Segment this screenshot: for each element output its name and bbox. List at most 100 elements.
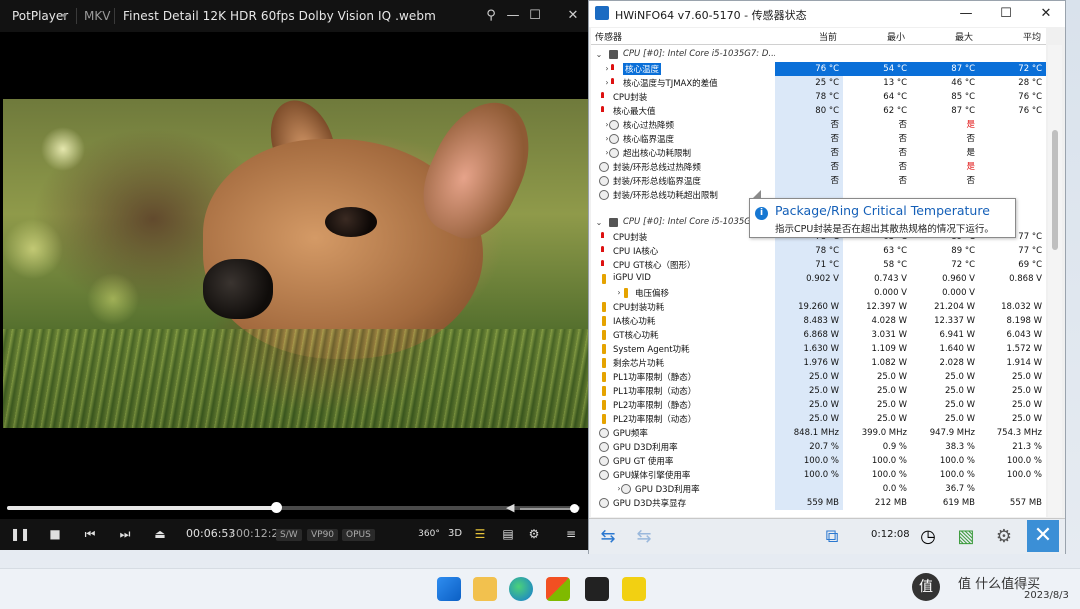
file-explorer-icon[interactable] (473, 577, 497, 601)
sensor-row[interactable]: GPU媒体引擎使用率 100.0 % 100.0 % 100.0 % 100.0 % (591, 468, 1046, 482)
potplayer-taskbar-icon[interactable] (622, 577, 646, 601)
avg-value: 25.0 W (1011, 400, 1042, 410)
3d-icon[interactable]: 3D (446, 524, 464, 544)
sensor-row[interactable]: GT核心功耗 6.868 W 3.031 W 6.941 W 6.043 W (591, 328, 1046, 342)
avg-value (979, 174, 1046, 188)
min-value: 1.082 W (871, 358, 907, 368)
min-value: 1.109 W (871, 344, 907, 354)
current-value: 6.868 W (775, 328, 843, 342)
column-avg[interactable]: 平均 (1023, 30, 1041, 43)
edge-browser-icon[interactable] (509, 577, 533, 601)
network-icon[interactable]: ⧉ (817, 522, 847, 551)
clock-reset-icon[interactable]: ◷ (913, 522, 943, 551)
sensor-row[interactable]: › 核心温度 76 °C 54 °C 87 °C 72 °C (591, 62, 1046, 76)
subtitle-icon[interactable]: ▤ (498, 524, 518, 544)
sensor-row[interactable]: 封装/环形总线过热降频 否 否 是 (591, 160, 1046, 174)
start-windows-icon[interactable] (437, 577, 461, 601)
sensor-row[interactable]: CPU IA核心 78 °C 63 °C 89 °C 77 °C (591, 244, 1046, 258)
scrollbar-thumb[interactable] (1052, 130, 1058, 250)
volume-icon[interactable]: ◀ (506, 501, 514, 514)
pin-icon[interactable]: ⚲ (482, 7, 500, 25)
sensor-row[interactable]: › 核心临界温度否否否 (591, 132, 1046, 146)
sensor-row[interactable]: IA核心功耗 8.483 W 4.028 W 12.337 W 8.198 W (591, 314, 1046, 328)
sensor-group-header[interactable]: ⌄ CPU [#0]: Intel Core i5-1035G7: D... (591, 48, 1046, 62)
sensor-row[interactable]: PL1功率限制（动态） 25.0 W 25.0 W 25.0 W 25.0 W (591, 384, 1046, 398)
potplayer-menu-button[interactable]: PotPlayer (12, 9, 68, 23)
previous-icon[interactable]: ⏮ (80, 524, 100, 544)
hwinfo-titlebar[interactable]: HWiNFO64 v7.60-5170 - 传感器状态 — ☐ ✕ (589, 1, 1065, 27)
sensor-row[interactable]: PL1功率限制（静态） 25.0 W 25.0 W 25.0 W 25.0 W (591, 370, 1046, 384)
pause-icon[interactable]: ❚❚ (10, 524, 30, 544)
sensor-row[interactable]: System Agent功耗 1.630 W 1.109 W 1.640 W 1.572… (591, 342, 1046, 356)
column-sensor[interactable]: 传感器 (595, 30, 622, 43)
sensor-row[interactable]: › 核心温度与TJMAX的差值 25 °C 13 °C 46 °C 28 °C (591, 76, 1046, 90)
close-sensors-button[interactable]: ✕ (1027, 520, 1059, 552)
minimize-button[interactable]: — (953, 4, 979, 24)
menu-icon[interactable]: ≡ (561, 524, 581, 544)
max-value: 0.000 V (942, 288, 975, 298)
maximize-button[interactable]: ☐ (526, 7, 544, 25)
avg-value (979, 118, 1046, 132)
sensor-row[interactable]: 核心最大值 80 °C 62 °C 87 °C 76 °C (591, 104, 1046, 118)
close-button[interactable]: ✕ (1033, 4, 1059, 24)
sensor-row[interactable]: GPU GT 使用率 100.0 % 100.0 % 100.0 % 100.0 % (591, 454, 1046, 468)
microsoft-store-icon[interactable] (546, 577, 570, 601)
expand-arrows-icon[interactable]: ⇆ (593, 522, 623, 551)
avg-value: 77 °C (1018, 246, 1042, 256)
sensor-row[interactable]: › 核心过热降频否否是 (591, 118, 1046, 132)
minimize-button[interactable]: — (504, 7, 522, 25)
column-max[interactable]: 最大 (955, 30, 973, 43)
hwinfo-taskbar-icon[interactable] (585, 577, 609, 601)
elapsed-time: 0:12:08 (871, 529, 910, 540)
audio-codec-badge[interactable]: OPUS (342, 529, 375, 541)
sensor-row[interactable]: iGPU VID 0.902 V 0.743 V 0.960 V 0.868 V (591, 272, 1046, 286)
sensor-label: 剩余芯片功耗 (613, 359, 665, 369)
sensor-label: PL1功率限制（动态） (613, 387, 697, 397)
avg-value: 21.3 % (1012, 442, 1042, 452)
current-time: 00:06:53 (186, 527, 236, 540)
sensor-row[interactable]: CPU GT核心（图形） 71 °C 58 °C 72 °C 69 °C (591, 258, 1046, 272)
sensor-row[interactable]: › 超出核心功耗限制否否是 (591, 146, 1046, 160)
log-add-icon[interactable]: ▧ (951, 522, 981, 551)
window-title: HWiNFO64 v7.60-5170 - 传感器状态 (615, 9, 807, 22)
video-codec-badge[interactable]: VP90 (307, 529, 339, 541)
column-current[interactable]: 当前 (819, 30, 837, 43)
maximize-button[interactable]: ☐ (993, 4, 1019, 24)
sensor-row[interactable]: PL2功率限制（静态） 25.0 W 25.0 W 25.0 W 25.0 W (591, 398, 1046, 412)
sensor-row[interactable]: 剩余芯片功耗 1.976 W 1.082 W 2.028 W 1.914 W (591, 356, 1046, 370)
sensor-row[interactable]: CPU封装功耗 19.260 W 12.397 W 21.204 W 18.032 W (591, 300, 1046, 314)
seek-bar[interactable] (7, 502, 580, 513)
close-button[interactable]: ✕ (564, 7, 582, 25)
sensor-row[interactable]: PL2功率限制（动态） 25.0 W 25.0 W 25.0 W 25.0 W (591, 412, 1046, 426)
next-icon[interactable]: ⏭ (115, 524, 135, 544)
video-frame[interactable] (3, 99, 588, 428)
sensor-row[interactable]: › 电压偏移 0.000 V 0.000 V (591, 286, 1046, 300)
current-value: 71 °C (775, 258, 843, 272)
sensor-row[interactable]: GPU频率 848.1 MHz 399.0 MHz 947.9 MHz 754.3 MH… (591, 426, 1046, 440)
sensor-row[interactable]: 封装/环形总线临界温度 否 否 否 (591, 174, 1046, 188)
decoder-badge[interactable]: S/W (276, 529, 302, 541)
sensor-row[interactable]: GPU D3D利用率 20.7 % 0.9 % 38.3 % 21.3 % (591, 440, 1046, 454)
collapse-arrows-icon[interactable]: ⇆ (629, 522, 659, 551)
vr-360-icon[interactable]: 360° (418, 524, 440, 544)
avg-value: 72 °C (979, 62, 1046, 76)
volume-slider-thumb[interactable] (570, 504, 579, 513)
column-min[interactable]: 最小 (887, 30, 905, 43)
max-value: 是 (966, 148, 975, 158)
seek-bar-thumb[interactable] (271, 502, 283, 513)
vertical-scrollbar[interactable] (1048, 45, 1062, 517)
sensor-row[interactable]: › GPU D3D利用率 0.0 % 36.7 % (591, 482, 1046, 496)
playlist-search-icon[interactable]: ☰ (470, 524, 490, 544)
sensor-label: GPU GT 使用率 (613, 457, 674, 467)
sensor-row[interactable]: GPU D3D共享显存 559 MB 212 MB 619 MB 557 MB (591, 496, 1046, 510)
settings-gear-icon[interactable]: ⚙ (524, 524, 544, 544)
sensor-label: GPU D3D利用率 (613, 443, 678, 453)
sensor-label: PL2功率限制（动态） (613, 415, 697, 425)
stop-icon[interactable]: ■ (45, 524, 65, 544)
eject-icon[interactable]: ⏏ (150, 524, 170, 544)
volume-slider[interactable] (520, 504, 579, 513)
potplayer-titlebar[interactable]: PotPlayer ▾ MKV Finest Detail 12K HDR 60… (0, 0, 588, 32)
settings-gear-icon[interactable]: ⚙ (989, 522, 1019, 551)
chevron-down-icon[interactable]: ▾ (62, 11, 67, 22)
sensor-row[interactable]: CPU封装 78 °C 64 °C 85 °C 76 °C (591, 90, 1046, 104)
